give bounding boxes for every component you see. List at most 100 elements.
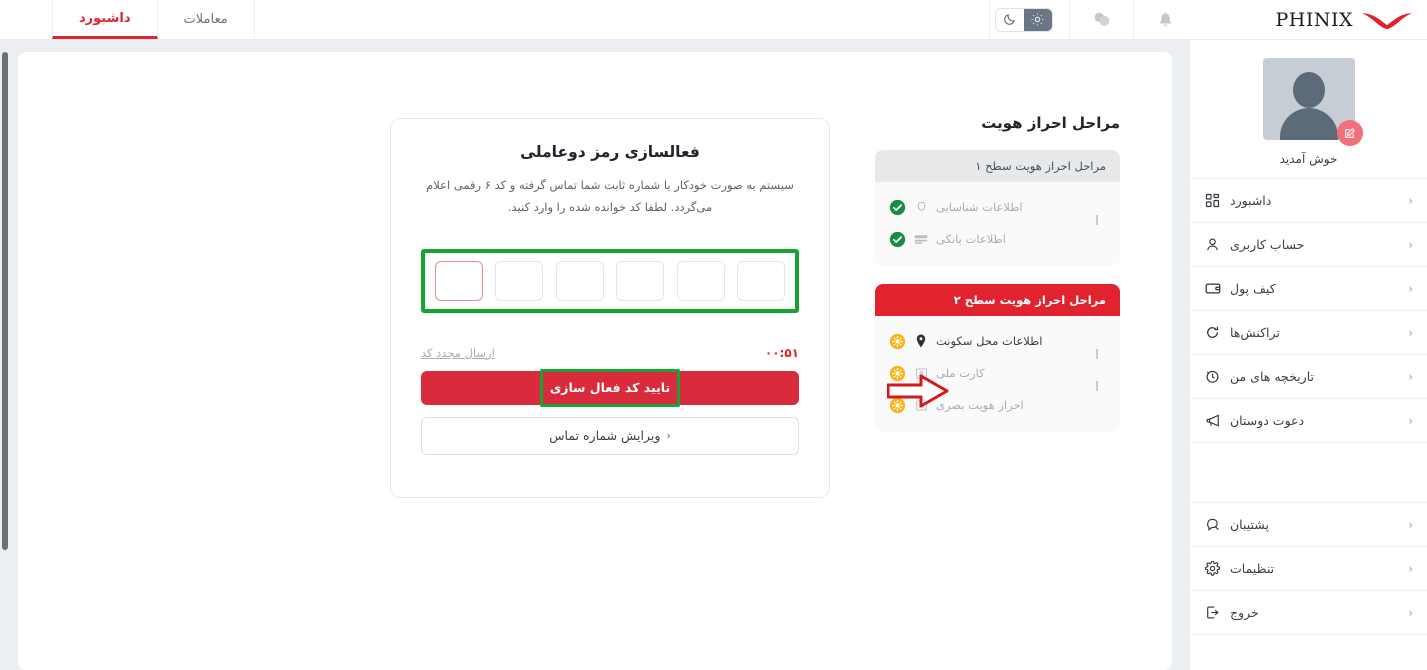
- sidebar-nav: ‹ داشبورد ‹ حساب کاربری ‹ کیف پول ‹ تراک…: [1190, 178, 1427, 635]
- edit-phone-number-button[interactable]: ‹ ویرایش شماره تماس: [421, 416, 799, 455]
- sidebar-item-label: تاریخچه های من: [1230, 369, 1314, 384]
- avatar-body-shape: [1279, 108, 1338, 140]
- grid-icon: [1204, 192, 1221, 209]
- megaphone-icon: [1204, 412, 1221, 429]
- avatar-box: [1262, 58, 1363, 146]
- confirm-activation-code-button[interactable]: تایید کد فعال سازی: [421, 370, 799, 405]
- step-label: اطلاعات محل سکونت: [936, 334, 1043, 348]
- sidebar-item-label: داشبورد: [1230, 193, 1272, 208]
- verification-title: مراحل احراز هویت: [981, 114, 1120, 132]
- sidebar-item-logout[interactable]: ‹ خروج: [1190, 591, 1427, 635]
- sidebar-item-settings[interactable]: ‹ تنظیمات: [1190, 547, 1427, 591]
- edit-phone-label: ویرایش شماره تماس: [549, 428, 661, 444]
- phinix-swoosh-icon: [1362, 12, 1412, 29]
- theme-toggle-cell: [989, 0, 1069, 39]
- chevron-left-icon: ‹: [1408, 561, 1413, 576]
- otp-input-group-highlight: [421, 248, 799, 313]
- sidebar-item-content: تراکنش‌ها: [1204, 324, 1280, 341]
- otp-digit-3[interactable]: [555, 260, 604, 301]
- step-residence-info[interactable]: اطلاعات محل سکونت: [889, 325, 1106, 359]
- otp-countdown-timer: ۰۰:۵۱: [764, 345, 799, 360]
- arrow-annotation-icon: [887, 374, 949, 408]
- id-head-icon: [913, 201, 929, 214]
- otp-digit-6[interactable]: [737, 260, 785, 301]
- brand-name: PHINIX: [1275, 8, 1353, 31]
- welcome-text: خوش آمدید: [1279, 152, 1338, 166]
- otp-digit-2[interactable]: [495, 260, 544, 301]
- logout-icon: [1204, 604, 1221, 621]
- main-content-area: مراحل احراز هویت مراحل احراز هویت سطح ۱: [0, 40, 1190, 670]
- theme-light-option[interactable]: [1023, 8, 1052, 31]
- sidebar-spacer: [1190, 443, 1427, 503]
- support-chat-icon: [1204, 516, 1221, 533]
- level-2-header: مراحل احراز هویت سطح ۲: [875, 284, 1120, 316]
- brand-logo[interactable]: PHINIX: [1197, 0, 1427, 39]
- moon-icon: [1004, 14, 1015, 25]
- step-label: اطلاعات شناسایی: [936, 200, 1023, 214]
- header-end-padding: [0, 0, 52, 39]
- sidebar-item-content: پشتیبان: [1204, 516, 1269, 533]
- step-label: اطلاعات بانکی: [936, 232, 1006, 246]
- edit-pencil-icon: [1345, 127, 1355, 138]
- sidebar-item-account[interactable]: ‹ حساب کاربری: [1190, 223, 1427, 267]
- chat-icon: [1092, 11, 1111, 28]
- messages-button[interactable]: [1069, 0, 1133, 39]
- notifications-button[interactable]: [1133, 0, 1197, 39]
- sidebar-item-content: دعوت دوستان: [1204, 412, 1304, 429]
- sidebar-item-content: حساب کاربری: [1204, 236, 1304, 253]
- step-identity-info[interactable]: اطلاعات شناسایی: [889, 191, 1106, 225]
- status-pending-icon: [889, 333, 906, 350]
- step-bank-info[interactable]: اطلاعات بانکی: [889, 223, 1106, 255]
- page-scrollbar[interactable]: [2, 52, 8, 550]
- sidebar-item-label: تراکنش‌ها: [1230, 325, 1280, 340]
- app-root: PHINIX معاملات داشبورد مراحل احراز هویت …: [0, 0, 1427, 670]
- header-spacer: [255, 0, 989, 39]
- bank-card-icon: [913, 234, 929, 245]
- sidebar-item-label: خروج: [1230, 605, 1259, 620]
- step-connector-line: [1096, 215, 1098, 225]
- location-pin-icon: [913, 334, 929, 348]
- resend-code-link[interactable]: ارسال مجدد کد: [421, 346, 495, 360]
- step-connector-line: [1096, 349, 1098, 359]
- sidebar-item-content: کیف پول: [1204, 280, 1276, 297]
- sidebar-item-label: کیف پول: [1230, 281, 1276, 296]
- theme-toggle[interactable]: [994, 7, 1053, 32]
- otp-digit-1[interactable]: [435, 260, 484, 301]
- otp-digit-4[interactable]: [616, 260, 665, 301]
- tab-dashboard[interactable]: داشبورد: [52, 0, 158, 39]
- two-factor-card: فعالسازی رمز دوعاملی سیستم به صورت خودکا…: [390, 118, 830, 498]
- theme-dark-option[interactable]: [996, 9, 1024, 31]
- chevron-left-icon: ‹: [1408, 517, 1413, 532]
- otp-digit-5[interactable]: [676, 260, 725, 301]
- wallet-icon: [1204, 280, 1221, 297]
- otp-card-description: سیستم به صورت خودکار با شماره ثابت شما ت…: [426, 178, 794, 214]
- sidebar-item-label: تنظیمات: [1230, 561, 1275, 576]
- sidebar-item-content: تنظیمات: [1204, 560, 1274, 577]
- chevron-left-icon: ‹: [666, 429, 671, 443]
- bell-icon: [1157, 11, 1174, 28]
- chevron-left-icon: ‹: [1408, 369, 1413, 384]
- sidebar-item-dashboard[interactable]: ‹ داشبورد: [1190, 179, 1427, 223]
- profile-section: خوش آمدید: [1190, 40, 1427, 178]
- confirm-button-wrap: تایید کد فعال سازی: [421, 368, 799, 407]
- level-1-header: مراحل احراز هویت سطح ۱: [875, 150, 1120, 182]
- sidebar-item-invite-friends[interactable]: ‹ دعوت دوستان: [1190, 399, 1427, 443]
- sidebar-item-wallet[interactable]: ‹ کیف پول: [1190, 267, 1427, 311]
- verification-level-1-card: مراحل احراز هویت سطح ۱ اطلاعات شناسایی ا…: [875, 150, 1120, 266]
- sidebar-item-transactions[interactable]: ‹ تراکنش‌ها: [1190, 311, 1427, 355]
- chevron-left-icon: ‹: [1408, 325, 1413, 340]
- otp-meta-row: ارسال مجدد کد ۰۰:۵۱: [421, 346, 799, 360]
- step-label: احراز هویت بصری: [936, 398, 1024, 412]
- history-icon: [1204, 368, 1221, 385]
- chevron-left-icon: ‹: [1408, 193, 1413, 208]
- tab-transactions[interactable]: معاملات: [158, 0, 255, 39]
- chevron-left-icon: ‹: [1408, 413, 1413, 428]
- sidebar-item-label: حساب کاربری: [1230, 237, 1305, 252]
- level-1-steps: اطلاعات شناسایی اطلاعات بانکی: [875, 182, 1120, 266]
- edit-avatar-button[interactable]: [1336, 120, 1363, 146]
- sidebar-item-support[interactable]: ‹ پشتیبان: [1190, 503, 1427, 547]
- sidebar-item-my-history[interactable]: ‹ تاریخچه های من: [1190, 355, 1427, 399]
- chevron-left-icon: ‹: [1408, 237, 1413, 252]
- chevron-left-icon: ‹: [1408, 281, 1413, 296]
- right-sidebar: خوش آمدید ‹ داشبورد ‹ حساب کاربری ‹ کیف …: [1190, 40, 1427, 670]
